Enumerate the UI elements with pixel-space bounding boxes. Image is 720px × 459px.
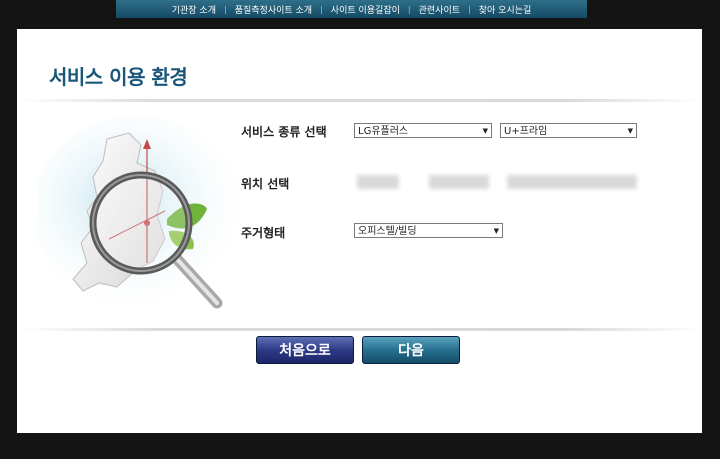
- provider-select[interactable]: LG유플러스 ▼: [354, 123, 492, 138]
- housing-select-value: 오피스텔/빌딩: [358, 226, 417, 237]
- housing-label: 주거형태: [241, 226, 286, 240]
- nav-item-directions[interactable]: 찾아 오시는길: [479, 3, 532, 16]
- main-panel: 서비스 이용 환경 서비스 종류 선택 LG유플러스 ▼ U+프라임 ▼ 위치 …: [17, 29, 702, 433]
- magnifier-over-korea-map-icon: [37, 116, 242, 309]
- nav-separator: |: [320, 4, 323, 14]
- divider-top: [17, 99, 702, 102]
- nav-item-guide[interactable]: 사이트 이용길잡이: [331, 3, 400, 16]
- location-select-redacted[interactable]: [357, 175, 399, 189]
- product-select-value: U+프라임: [504, 126, 548, 137]
- location-select-redacted[interactable]: [429, 175, 489, 189]
- next-button[interactable]: 다음: [362, 336, 460, 364]
- nav-item-director[interactable]: 기관장 소개: [172, 3, 216, 16]
- nav-item-related-sites[interactable]: 관련사이트: [419, 3, 460, 16]
- dropdown-arrow-icon: ▼: [482, 127, 488, 135]
- nav-separator: |: [468, 4, 471, 14]
- page-title: 서비스 이용 환경: [49, 65, 188, 89]
- dropdown-arrow-icon: ▼: [627, 127, 633, 135]
- divider-bottom: [17, 328, 702, 331]
- provider-select-value: LG유플러스: [358, 126, 409, 137]
- nav-separator: |: [407, 4, 411, 14]
- service-type-label: 서비스 종류 선택: [241, 125, 327, 139]
- location-select-redacted[interactable]: [507, 175, 637, 189]
- nav-item-site-intro[interactable]: 품질측정사이트 소개: [235, 3, 312, 16]
- top-navigation: 기관장 소개 | 품질측정사이트 소개 | 사이트 이용길잡이 | 관련사이트 …: [116, 0, 587, 18]
- nav-separator: |: [224, 4, 227, 14]
- housing-select[interactable]: 오피스텔/빌딩 ▼: [354, 223, 503, 238]
- location-label: 위치 선택: [241, 177, 290, 191]
- dropdown-arrow-icon: ▼: [493, 227, 499, 235]
- first-page-button[interactable]: 처음으로: [256, 336, 354, 364]
- product-select[interactable]: U+프라임 ▼: [500, 123, 637, 138]
